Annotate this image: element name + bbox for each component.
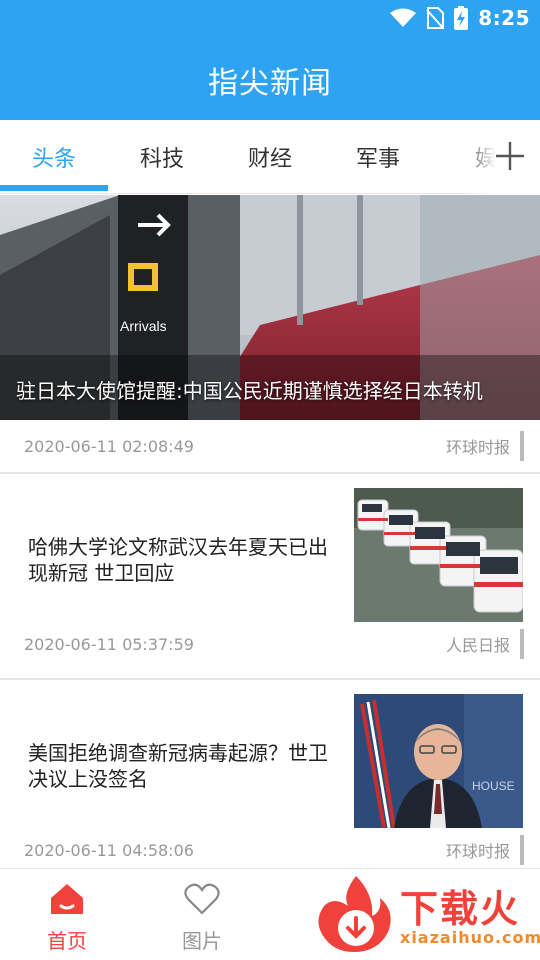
wifi-icon — [390, 8, 417, 28]
no-sim-icon — [426, 7, 445, 29]
article-meta: 2020-06-11 05:37:59 人民日报 — [0, 618, 540, 670]
article-title: 哈佛大学论文称武汉去年夏天已出现新冠 世卫回应 — [28, 535, 328, 585]
app-title: 指尖新闻 — [208, 66, 332, 101]
watermark-logo: 下载火 xiazaihuo.com — [312, 872, 540, 954]
news-card[interactable]: 哈佛大学论文称武汉去年夏天已出现新冠 世卫回应 2020-06-11 05:37… — [0, 474, 540, 678]
watermark-url: xiazaihuo.com — [400, 928, 540, 947]
status-bar: 8:25 — [390, 0, 530, 36]
nav-pictures[interactable]: 图片 — [152, 877, 252, 954]
podium-text: HOUSE — [472, 779, 515, 793]
app-bar: 8:25 指尖新闻 — [0, 0, 540, 120]
article-date: 2020-06-11 05:37:59 — [24, 634, 194, 654]
watermark-text: 下载火 — [400, 887, 521, 931]
nav-home-label: 首页 — [47, 929, 87, 953]
nav-home[interactable]: 首页 — [17, 877, 117, 954]
home-icon — [17, 877, 117, 921]
article-date: 2020-06-11 02:08:49 — [24, 436, 194, 456]
battery-charging-icon — [454, 6, 469, 30]
nav-pictures-label: 图片 — [182, 929, 222, 953]
status-time: 8:25 — [478, 6, 530, 30]
hero-article[interactable]: Arrivals 驻日本大使馆提醒:中国公民近期谨慎选择经日本转机 — [0, 195, 540, 420]
article-source: 人民日报 — [446, 629, 524, 659]
article-thumbnail: HOUSE — [354, 694, 523, 828]
article-date: 2020-06-11 04:58:06 — [24, 840, 194, 860]
news-card[interactable]: 美国拒绝调查新冠病毒起源？世卫决议上没签名 HOUSE 2020-06-11 0… — [0, 680, 540, 884]
hero-meta: 2020-06-11 02:08:49 环球时报 — [0, 420, 540, 472]
category-tabs: 头条 科技 财经 军事 娱 — [0, 120, 540, 194]
bottom-navigation: 首页 图片 下载火 xiazaihuo.com — [0, 868, 540, 960]
article-source: 环球时报 — [446, 431, 524, 461]
add-tab-icon[interactable] — [494, 140, 526, 172]
tab-headlines[interactable]: 头条 — [0, 120, 108, 194]
tab-indicator — [0, 185, 108, 191]
tab-tech[interactable]: 科技 — [108, 120, 216, 194]
tab-military[interactable]: 军事 — [324, 120, 432, 194]
article-title: 美国拒绝调查新冠病毒起源？世卫决议上没签名 — [28, 741, 328, 791]
article-thumbnail — [354, 488, 523, 622]
heart-icon — [152, 877, 252, 921]
news-list: Arrivals 驻日本大使馆提醒:中国公民近期谨慎选择经日本转机 2020-0… — [0, 195, 540, 884]
tab-finance[interactable]: 财经 — [216, 120, 324, 194]
article-source: 环球时报 — [446, 835, 524, 865]
arrivals-sign-text: Arrivals — [120, 318, 167, 334]
hero-title: 驻日本大使馆提醒:中国公民近期谨慎选择经日本转机 — [16, 379, 483, 403]
